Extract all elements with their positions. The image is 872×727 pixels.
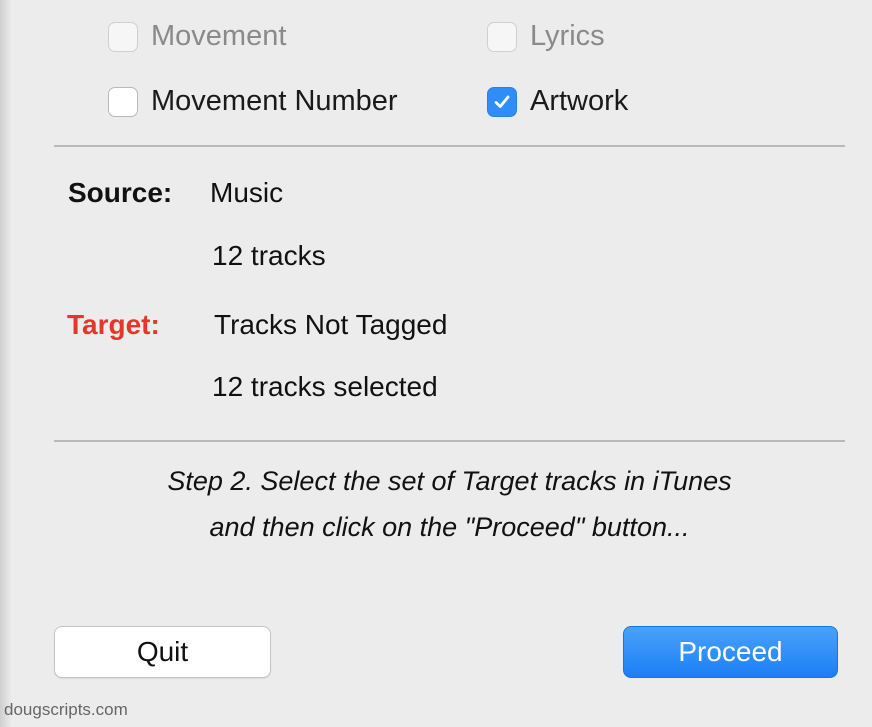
- movement-number-label: Movement Number: [151, 85, 398, 117]
- movement-number-checkbox[interactable]: [108, 86, 138, 117]
- checkbox-lyrics[interactable]: Lyrics: [487, 20, 605, 53]
- checkbox-movement-number[interactable]: Movement Number: [108, 85, 398, 118]
- instruction-line-1: Step 2. Select the set of Target tracks …: [167, 466, 732, 496]
- checkbox-artwork[interactable]: Artwork: [487, 85, 628, 118]
- target-selection: 12 tracks selected: [212, 371, 438, 402]
- checkbox-movement[interactable]: Movement: [108, 20, 286, 53]
- watermark: dougscripts.com: [4, 700, 128, 719]
- target-value: Tracks Not Tagged: [214, 309, 448, 340]
- tag-copy-dialog: Movement Lyrics Movement Number Artwork …: [0, 0, 872, 727]
- instruction-line-2: and then click on the "Proceed" button..…: [209, 512, 690, 542]
- quit-button[interactable]: Quit: [54, 626, 271, 678]
- lyrics-checkbox[interactable]: [487, 21, 517, 52]
- movement-checkbox[interactable]: [108, 21, 138, 52]
- divider-bottom: [54, 440, 845, 442]
- target-label: Target:: [67, 309, 160, 340]
- movement-label: Movement: [151, 20, 287, 52]
- proceed-button[interactable]: Proceed: [623, 626, 838, 678]
- artwork-checkbox[interactable]: [487, 86, 517, 117]
- window-edge: [0, 0, 12, 727]
- lyrics-label: Lyrics: [530, 20, 605, 52]
- divider-top: [54, 145, 845, 147]
- checkmark-icon: [494, 95, 510, 108]
- source-track-count: 12 tracks: [212, 240, 326, 271]
- artwork-label: Artwork: [530, 85, 629, 117]
- source-value: Music: [210, 177, 284, 208]
- source-label: Source:: [68, 177, 173, 208]
